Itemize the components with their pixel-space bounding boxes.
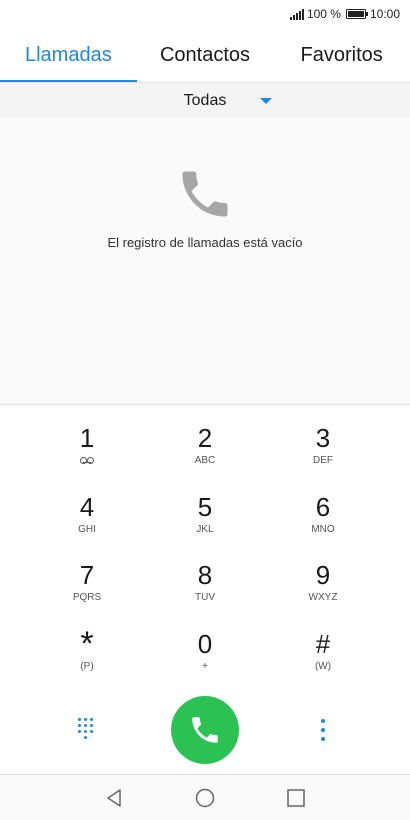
back-icon[interactable] xyxy=(103,787,125,809)
dialpad-key-2[interactable]: 2 ABC xyxy=(150,405,260,469)
recents-icon[interactable] xyxy=(285,787,307,809)
call-icon xyxy=(192,717,218,743)
phone-icon xyxy=(182,171,228,217)
home-icon[interactable] xyxy=(194,787,216,809)
dialpad-key-star[interactable]: * (P) xyxy=(32,611,142,675)
dialpad-key-3[interactable]: 3 DEF xyxy=(268,405,378,469)
battery-icon xyxy=(345,9,368,19)
dropdown-caret-icon xyxy=(260,98,272,104)
clock: 10:00 xyxy=(369,7,400,21)
dialpad-grid-icon[interactable] xyxy=(78,718,96,740)
call-button[interactable] xyxy=(171,696,239,764)
dialpad-key-4[interactable]: 4 GHI xyxy=(32,474,142,538)
tab-llamadas[interactable]: Llamadas xyxy=(0,28,137,82)
more-options-icon[interactable] xyxy=(316,719,330,743)
dialpad-key-9[interactable]: 9 WXYZ xyxy=(268,542,378,606)
dialpad-key-hash[interactable]: # (W) xyxy=(268,611,378,675)
filter-selected-value: Todas xyxy=(183,91,227,109)
tab-contactos[interactable]: Contactos xyxy=(137,28,274,82)
call-log-empty-state: El registro de llamadas está vacío xyxy=(0,118,410,404)
tab-favoritos[interactable]: Favoritos xyxy=(273,28,410,82)
dialpad-key-6[interactable]: 6 MNO xyxy=(268,474,378,538)
dialpad-key-0[interactable]: 0 + xyxy=(150,611,260,675)
signal-icon xyxy=(289,8,304,20)
voicemail-icon xyxy=(80,457,94,464)
dialpad: 1 2 ABC 3 DEF 4 GHI 5 JKL 6 MNO 7 PQRS 8… xyxy=(0,404,410,694)
system-nav-bar xyxy=(0,774,410,820)
dialpad-key-5[interactable]: 5 JKL xyxy=(150,474,260,538)
dialer-actions xyxy=(0,694,410,774)
dialpad-key-1[interactable]: 1 xyxy=(32,405,142,469)
status-bar: 100 % 10:00 xyxy=(0,0,410,28)
empty-log-message: El registro de llamadas está vacío xyxy=(107,235,303,250)
tab-bar: Llamadas Contactos Favoritos xyxy=(0,28,410,82)
call-filter-dropdown[interactable]: Todas xyxy=(0,82,410,118)
battery-percentage: 100 % xyxy=(306,7,341,21)
dialpad-key-8[interactable]: 8 TUV xyxy=(150,542,260,606)
dialpad-key-7[interactable]: 7 PQRS xyxy=(32,542,142,606)
